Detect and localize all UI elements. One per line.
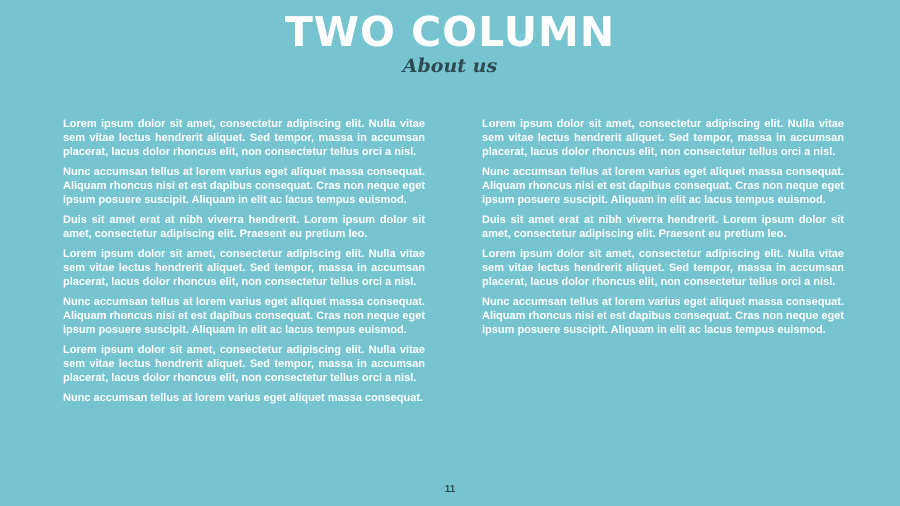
left-paragraph-2: Nunc accumsan tellus at lorem varius ege…	[63, 166, 425, 206]
left-paragraph-3: Duis sit amet erat at nibh viverra hendr…	[63, 214, 425, 240]
slide-title: TWO COLUMN	[284, 8, 616, 56]
left-paragraph-4: Lorem ipsum dolor sit amet, consectetur …	[63, 248, 425, 288]
right-paragraph-2: Nunc accumsan tellus at lorem varius ege…	[482, 166, 844, 206]
page-number: 11	[444, 484, 456, 495]
left-paragraph-5: Nunc accumsan tellus at lorem varius ege…	[63, 296, 425, 336]
left-paragraph-6: Lorem ipsum dolor sit amet, consectetur …	[63, 344, 425, 384]
slide-subtitle: About us	[402, 55, 498, 77]
left-paragraph-1: Lorem ipsum dolor sit amet, consectetur …	[63, 118, 425, 158]
left-paragraph-7: Nunc accumsan tellus at lorem varius ege…	[63, 392, 424, 404]
right-paragraph-4: Lorem ipsum dolor sit amet, consectetur …	[482, 248, 844, 288]
right-paragraph-3: Duis sit amet erat at nibh viverra hendr…	[482, 214, 844, 240]
right-column: Lorem ipsum dolor sit amet, consectetur …	[482, 117, 844, 343]
left-column: Lorem ipsum dolor sit amet, consectetur …	[63, 117, 425, 411]
right-paragraph-5: Nunc accumsan tellus at lorem varius ege…	[482, 296, 844, 336]
right-paragraph-1: Lorem ipsum dolor sit amet, consectetur …	[482, 118, 844, 158]
